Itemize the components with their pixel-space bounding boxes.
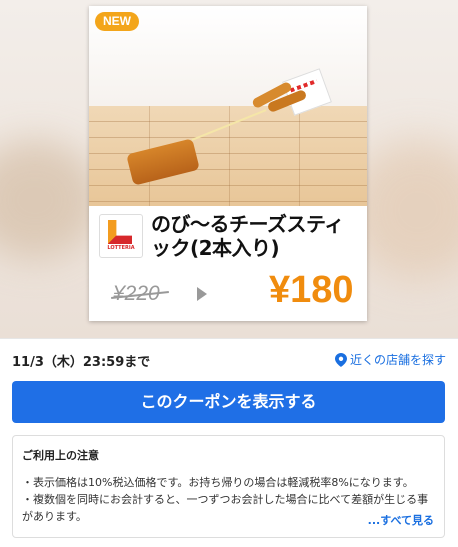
show-coupon-button[interactable]: このクーポンを表示する [12, 381, 445, 423]
new-badge: NEW [95, 12, 139, 31]
notice-heading: ご利用上の注意 [22, 449, 99, 462]
coupon-card[interactable]: NEW LOTTERIA のび～るチーズスティック(2本入り) ¥220 ¥18… [89, 6, 367, 321]
blurred-food-left [0, 140, 100, 260]
lotteria-icon [108, 220, 132, 244]
old-price: ¥220 [113, 282, 160, 305]
see-all-link[interactable]: ...すべて見る [361, 512, 434, 528]
arrow-right-icon [197, 287, 207, 301]
product-photo: NEW [89, 6, 367, 206]
expiry-date: 11/3（木）23:59まで [12, 355, 151, 370]
brand-logo-text: LOTTERIA [107, 245, 135, 251]
brand-logo: LOTTERIA [99, 214, 143, 258]
find-store-link[interactable]: 近くの店舗を探す [334, 351, 446, 368]
find-store-label: 近くの店舗を探す [349, 353, 446, 367]
notice-line: ・表示価格は10%税込価格です。お持ち帰りの場合は軽減税率8%になります。 [22, 476, 414, 489]
divider [0, 338, 458, 339]
usage-notice: ご利用上の注意 ・表示価格は10%税込価格です。お持ち帰りの場合は軽減税率8%に… [12, 435, 445, 538]
location-pin-icon [334, 352, 347, 367]
product-title: のび～るチーズスティック(2本入り) [151, 212, 344, 260]
hero-background: NEW LOTTERIA のび～るチーズスティック(2本入り) ¥220 ¥18… [0, 0, 458, 338]
coupon-price: ¥180 [269, 269, 354, 311]
